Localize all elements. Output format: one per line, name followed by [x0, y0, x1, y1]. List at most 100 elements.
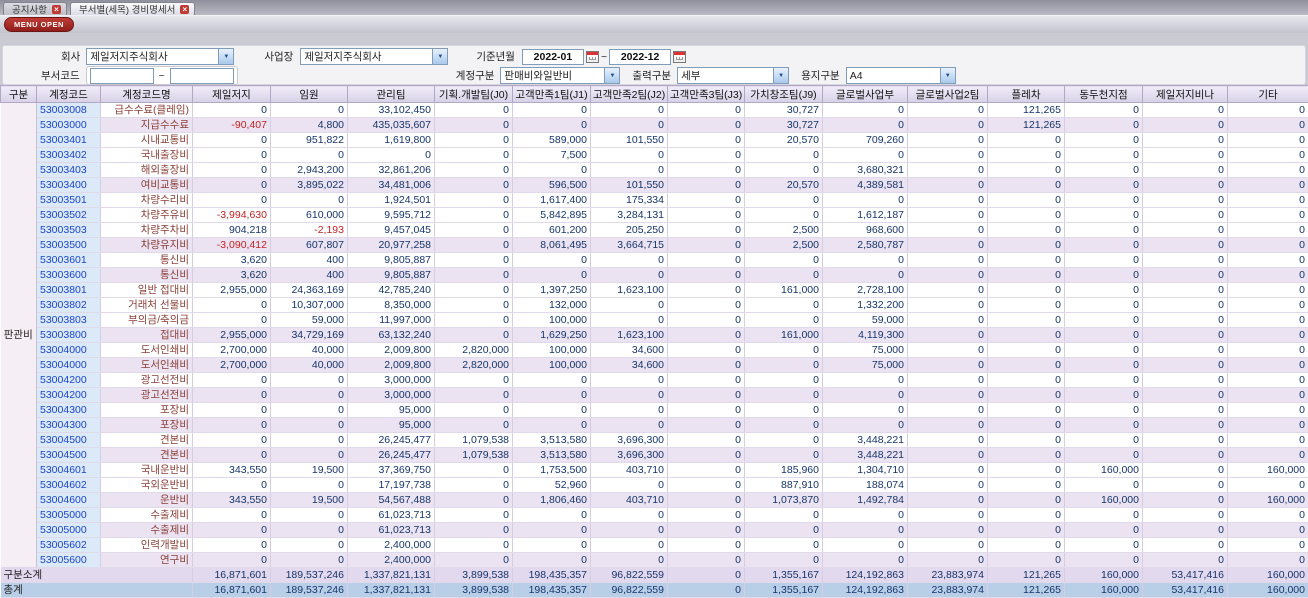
amount-cell[interactable]: 2,009,800	[347, 342, 435, 358]
table-row[interactable]: 53004000 도서인쇄비 2,700,000 40,000 2,009,800 2,8…	[0, 357, 1308, 373]
amount-cell[interactable]: 0	[987, 252, 1065, 268]
amount-cell[interactable]: 26,245,477	[347, 432, 435, 448]
amount-cell[interactable]: 0	[744, 147, 823, 163]
amount-cell[interactable]: 1,617,400	[512, 192, 591, 208]
amount-cell[interactable]: 0	[192, 447, 271, 463]
amount-cell[interactable]: 0	[1142, 402, 1228, 418]
amount-cell[interactable]: 0	[667, 387, 745, 403]
amount-cell[interactable]: 0	[1064, 552, 1143, 568]
amount-cell[interactable]: 0	[1142, 177, 1228, 193]
amount-cell[interactable]: 0	[1142, 447, 1228, 463]
column-header[interactable]: 임원	[270, 85, 348, 103]
account-code-cell[interactable]: 53003502	[36, 207, 101, 223]
amount-cell[interactable]: 0	[744, 192, 823, 208]
amount-cell[interactable]: 0	[1227, 252, 1308, 268]
table-row[interactable]: 53004500 견본비 0 0 26,245,477 1,079,538 3,513,58…	[0, 447, 1308, 463]
amount-cell[interactable]: 0	[667, 477, 745, 493]
table-row[interactable]: 53003400 여비교통비 0 3,895,022 34,481,006 0 596,50…	[0, 177, 1308, 193]
amount-cell[interactable]: 0	[1064, 162, 1143, 178]
amount-cell[interactable]: 26,245,477	[347, 447, 435, 463]
amount-cell[interactable]: 30,727	[744, 117, 823, 133]
table-row[interactable]: 53003803 부의금/축의금 0 59,000 11,997,000 0 100,000…	[0, 312, 1308, 328]
table-row[interactable]: 53003501 차량수리비 0 0 1,924,501 0 1,617,400 175,33…	[0, 192, 1308, 208]
amount-cell[interactable]: 0	[1064, 312, 1143, 328]
amount-cell[interactable]: 16,871,601	[192, 567, 271, 583]
amount-cell[interactable]: 1,337,821,131	[347, 567, 435, 583]
amount-cell[interactable]: 0	[192, 387, 271, 403]
amount-cell[interactable]: 0	[1227, 312, 1308, 328]
amount-cell[interactable]: 3,000,000	[347, 372, 435, 388]
amount-cell[interactable]: 0	[1227, 222, 1308, 238]
amount-cell[interactable]: 4,389,581	[822, 177, 908, 193]
amount-cell[interactable]: 0	[270, 537, 348, 553]
amount-cell[interactable]: 198,435,357	[512, 582, 591, 598]
amount-cell[interactable]: 0	[1064, 327, 1143, 343]
amount-cell[interactable]: 0	[1064, 102, 1143, 118]
amount-cell[interactable]: 0	[270, 387, 348, 403]
amount-cell[interactable]: 9,805,887	[347, 252, 435, 268]
amount-cell[interactable]: 0	[1142, 462, 1228, 478]
amount-cell[interactable]: 601,200	[512, 222, 591, 238]
amount-cell[interactable]: 0	[1064, 222, 1143, 238]
amount-cell[interactable]: 0	[667, 177, 745, 193]
amount-cell[interactable]: 0	[907, 192, 988, 208]
amount-cell[interactable]: 0	[192, 192, 271, 208]
amount-cell[interactable]: 1,355,167	[744, 582, 823, 598]
table-row[interactable]: 53003601 통신비 3,620 400 9,805,887 0 0 0 0 0 0 0 0 0 0 0	[0, 252, 1308, 268]
amount-cell[interactable]: 0	[907, 177, 988, 193]
company-select[interactable]: 제일저지주식회사 ▼	[86, 48, 235, 65]
amount-cell[interactable]: 96,822,559	[590, 582, 668, 598]
amount-cell[interactable]: 0	[667, 432, 745, 448]
amount-cell[interactable]: 3,664,715	[590, 237, 668, 253]
amount-cell[interactable]: 0	[512, 372, 591, 388]
amount-cell[interactable]: 0	[907, 432, 988, 448]
amount-cell[interactable]: 0	[270, 432, 348, 448]
table-row[interactable]: 53004300 포장비 0 0 95,000 0 0 0 0 0 0 0 0 0 0 0	[0, 417, 1308, 433]
amount-cell[interactable]: 0	[987, 477, 1065, 493]
amount-cell[interactable]: 0	[744, 342, 823, 358]
amount-cell[interactable]: 0	[192, 372, 271, 388]
amount-cell[interactable]: 435,035,607	[347, 117, 435, 133]
account-name-cell[interactable]: 운반비	[100, 492, 193, 508]
amount-cell[interactable]: 0	[1142, 537, 1228, 553]
amount-cell[interactable]: 0	[512, 507, 591, 523]
amount-cell[interactable]: 0	[1227, 417, 1308, 433]
amount-cell[interactable]: 0	[822, 147, 908, 163]
amount-cell[interactable]: 0	[1227, 267, 1308, 283]
column-header[interactable]: 가치창조팀(J9)	[744, 85, 823, 103]
amount-cell[interactable]: 0	[1064, 537, 1143, 553]
amount-cell[interactable]: 0	[434, 327, 513, 343]
amount-cell[interactable]: 32,861,206	[347, 162, 435, 178]
account-code-cell[interactable]: 53004601	[36, 462, 101, 478]
amount-cell[interactable]: 1,073,870	[744, 492, 823, 508]
amount-cell[interactable]: 5,842,895	[512, 207, 591, 223]
amount-cell[interactable]: 0	[907, 462, 988, 478]
amount-cell[interactable]: 0	[667, 492, 745, 508]
amount-cell[interactable]: 19,500	[270, 492, 348, 508]
amount-cell[interactable]: 0	[1227, 327, 1308, 343]
table-row[interactable]: 53005000 수출제비 0 0 61,023,713 0 0 0 0 0 0 0 0 0 0 0	[0, 522, 1308, 538]
account-code-cell[interactable]: 53005000	[36, 507, 101, 523]
amount-cell[interactable]: 3,000,000	[347, 387, 435, 403]
amount-cell[interactable]: 1,337,821,131	[347, 582, 435, 598]
amount-cell[interactable]: 0	[1142, 372, 1228, 388]
amount-cell[interactable]: 0	[434, 207, 513, 223]
column-header[interactable]: 구분	[0, 85, 37, 103]
amount-cell[interactable]: 2,700,000	[192, 342, 271, 358]
amount-cell[interactable]: 59,000	[822, 312, 908, 328]
amount-cell[interactable]: 0	[907, 267, 988, 283]
amount-cell[interactable]: 0	[667, 132, 745, 148]
account-code-cell[interactable]: 53004500	[36, 432, 101, 448]
amount-cell[interactable]: 0	[987, 207, 1065, 223]
amount-cell[interactable]: 0	[512, 552, 591, 568]
amount-cell[interactable]: 101,550	[590, 177, 668, 193]
amount-cell[interactable]: 160,000	[1064, 462, 1143, 478]
amount-cell[interactable]: 40,000	[270, 357, 348, 373]
amount-cell[interactable]: 0	[434, 372, 513, 388]
amount-cell[interactable]: 0	[1142, 147, 1228, 163]
amount-cell[interactable]: 0	[667, 237, 745, 253]
amount-cell[interactable]: 160,000	[1227, 582, 1308, 598]
amount-cell[interactable]: 61,023,713	[347, 522, 435, 538]
amount-cell[interactable]: 0	[590, 102, 668, 118]
amount-cell[interactable]: 0	[987, 132, 1065, 148]
